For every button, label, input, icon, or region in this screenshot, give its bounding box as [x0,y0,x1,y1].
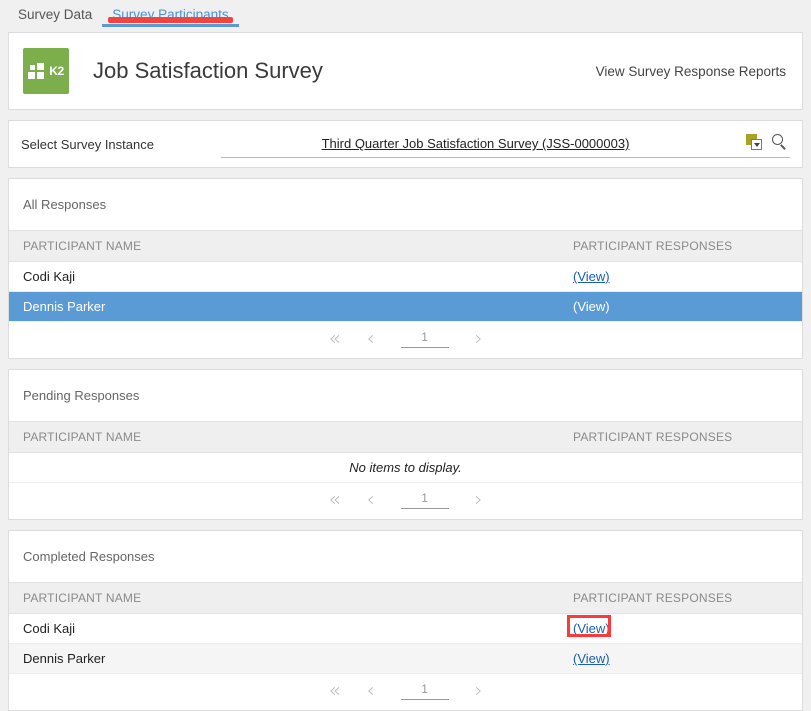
k2-square-3 [28,72,35,79]
cell-participant-name: Dennis Parker [9,644,559,674]
section-title-pending-responses: Pending Responses [9,370,802,421]
pager-page-input[interactable] [401,489,449,509]
section-panel-pending-responses: Pending ResponsesPARTICIPANT NAMEPARTICI… [8,369,803,520]
column-header-participant-responses: PARTICIPANT RESPONSES [559,583,802,614]
k2-logo-icon: K2 [23,48,69,94]
tab-survey-data-label: Survey Data [18,7,92,22]
k2-logo-squares [28,63,44,79]
view-response-link[interactable]: (View) [573,651,610,666]
pager-next-button[interactable]: › [475,489,483,509]
section-panel-all-responses: All ResponsesPARTICIPANT NAMEPARTICIPANT… [8,178,803,359]
pager-all-responses: « ‹ › [9,322,802,358]
table-header-row: PARTICIPANT NAMEPARTICIPANT RESPONSES [9,422,802,453]
table-row[interactable]: Dennis Parker (View) [9,292,802,322]
cell-participant-responses: (View) [559,262,802,292]
section-title-all-responses: All Responses [9,179,802,230]
table-row[interactable]: Codi Kaji (View) [9,262,802,292]
tab-active-underline [102,24,238,27]
cell-participant-name: Codi Kaji [9,262,559,292]
pager-first-button[interactable]: « [328,680,340,700]
k2-square-2 [37,63,44,70]
annotation-highlight-tab [108,17,232,23]
empty-state-row: No items to display. [9,453,802,483]
pager-prev-button[interactable]: ‹ [367,328,375,348]
view-response-link[interactable]: (View) [573,299,610,314]
page-title: Job Satisfaction Survey [93,58,323,84]
k2-logo-text: K2 [49,64,64,78]
tab-survey-participants[interactable]: Survey Participants [102,0,238,24]
k2-square-1 [30,65,35,70]
view-survey-response-reports-link[interactable]: View Survey Response Reports [596,64,788,79]
pager-prev-button[interactable]: ‹ [367,489,375,509]
section-title-completed-responses: Completed Responses [9,531,802,582]
column-header-participant-name: PARTICIPANT NAME [9,583,559,614]
empty-state-text: No items to display. [9,453,802,483]
select-survey-instance-panel: Select Survey Instance Third Quarter Job… [8,120,803,168]
app-header-panel: K2 Job Satisfaction Survey View Survey R… [8,32,803,110]
pager-first-button[interactable]: « [328,328,340,348]
pager-first-button[interactable]: « [328,489,340,509]
view-response-link[interactable]: (View) [573,621,610,636]
cell-participant-responses: (View) [559,292,802,322]
pager-page-input[interactable] [401,680,449,700]
table-row[interactable]: Dennis Parker (View) [9,644,802,674]
grid-completed-responses: PARTICIPANT NAMEPARTICIPANT RESPONSESCod… [9,582,802,674]
k2-square-4 [37,72,44,79]
select-survey-instance-label: Select Survey Instance [21,137,221,152]
select-survey-instance-value[interactable]: Third Quarter Job Satisfaction Survey (J… [221,136,790,151]
pager-next-button[interactable]: › [475,680,483,700]
column-header-participant-responses: PARTICIPANT RESPONSES [559,231,802,262]
pager-prev-button[interactable]: ‹ [367,680,375,700]
grid-all-responses: PARTICIPANT NAMEPARTICIPANT RESPONSESCod… [9,230,802,322]
column-header-participant-name: PARTICIPANT NAME [9,422,559,453]
search-icon[interactable] [771,134,788,151]
column-header-participant-responses: PARTICIPANT RESPONSES [559,422,802,453]
pager-page-input[interactable] [401,328,449,348]
pager-pending-responses: « ‹ › [9,483,802,519]
cell-participant-name: Codi Kaji [9,614,559,644]
grid-pending-responses: PARTICIPANT NAMEPARTICIPANT RESPONSESNo … [9,421,802,483]
tab-survey-data[interactable]: Survey Data [8,0,102,24]
view-response-link[interactable]: (View) [573,269,610,284]
pager-next-button[interactable]: › [475,328,483,348]
pager-completed-responses: « ‹ › [9,674,802,710]
cell-participant-name: Dennis Parker [9,292,559,322]
table-header-row: PARTICIPANT NAMEPARTICIPANT RESPONSES [9,231,802,262]
table-header-row: PARTICIPANT NAMEPARTICIPANT RESPONSES [9,583,802,614]
column-header-participant-name: PARTICIPANT NAME [9,231,559,262]
section-panel-completed-responses: Completed ResponsesPARTICIPANT NAMEPARTI… [8,530,803,711]
table-row[interactable]: Codi Kaji (View) [9,614,802,644]
cell-participant-responses: (View) [559,644,802,674]
select-survey-instance-field[interactable]: Third Quarter Job Satisfaction Survey (J… [221,131,790,158]
tab-strip: Survey Data Survey Participants [0,0,811,32]
list-picker-icon[interactable] [746,134,763,151]
cell-participant-responses: (View) [559,614,802,644]
